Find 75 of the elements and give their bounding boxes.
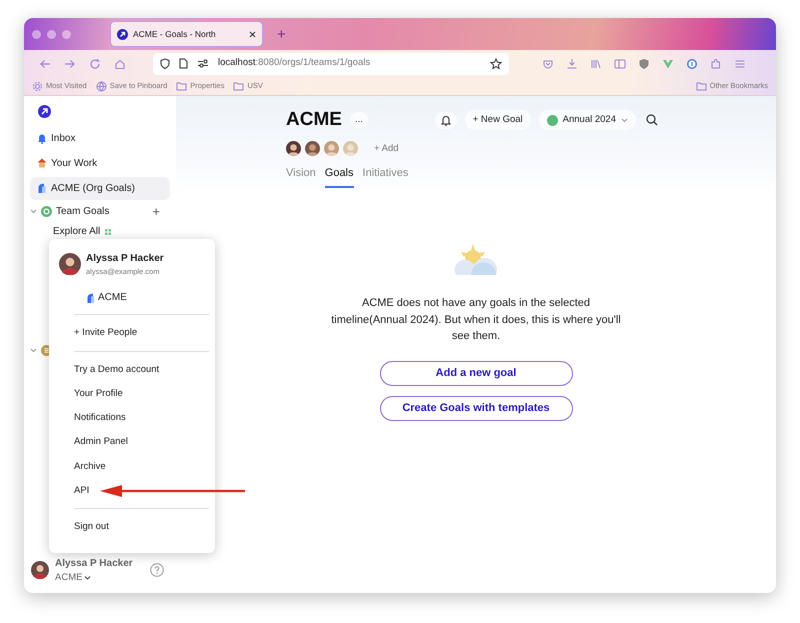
menu-item[interactable]: Notifications — [74, 406, 126, 430]
library-icon[interactable] — [590, 58, 602, 70]
chevron-icon[interactable] — [30, 347, 37, 354]
user-name: Alyssa P Hacker — [55, 556, 134, 571]
add-member-button[interactable]: + Add — [366, 138, 407, 159]
bell-icon — [37, 133, 47, 144]
house-icon — [37, 158, 47, 169]
vue-extension-icon[interactable] — [662, 58, 674, 70]
sidebar-icon[interactable] — [614, 58, 626, 70]
address-bar[interactable]: localhost:8080/orgs/1/teams/1/goals — [153, 52, 509, 74]
pocket-icon[interactable] — [542, 58, 554, 70]
notifications-button[interactable] — [434, 112, 457, 129]
caret-icon — [621, 118, 628, 123]
sidebar-item[interactable]: Inbox — [30, 127, 170, 150]
user-name: Alyssa P Hacker — [86, 252, 164, 266]
sliders-icon — [197, 59, 209, 68]
avatar[interactable] — [31, 561, 49, 580]
action-button[interactable]: Add a new goal — [380, 360, 572, 386]
help-icon[interactable] — [150, 563, 164, 578]
menu-icon[interactable] — [734, 58, 746, 70]
menu-item[interactable]: Your Profile — [74, 382, 123, 406]
menu-item[interactable]: + Invite People — [74, 321, 138, 346]
password-extension-icon[interactable] — [686, 58, 698, 70]
download-icon[interactable] — [566, 58, 578, 70]
menu-item[interactable]: Sign out — [74, 515, 109, 540]
menu-item[interactable]: Try a Demo account — [74, 358, 160, 382]
member-avatar[interactable] — [305, 141, 320, 156]
page-title: ACME — [286, 108, 342, 132]
shield-extension-icon[interactable] — [638, 58, 650, 70]
forward-icon[interactable] — [64, 58, 76, 70]
menu-item[interactable]: Admin Panel — [74, 430, 128, 455]
menu-item[interactable]: Archive — [74, 454, 106, 480]
tab[interactable]: Goals — [324, 164, 354, 188]
gear-icon — [32, 80, 43, 92]
sidebar-item[interactable]: Your Work — [30, 152, 170, 175]
app-logo-icon — [117, 28, 128, 40]
target-icon — [41, 206, 52, 217]
tab-title: ACME - Goals - North — [133, 28, 217, 40]
extensions-icon[interactable] — [710, 58, 722, 70]
more-button[interactable]: ... — [350, 112, 368, 128]
chevron-icon[interactable] — [30, 208, 37, 215]
back-icon[interactable] — [38, 58, 50, 70]
page-icon — [179, 58, 188, 69]
org-switcher[interactable]: ACME — [55, 570, 144, 585]
sidebar-item[interactable]: ACME (Org Goals) — [30, 177, 170, 200]
globe-icon — [96, 80, 107, 92]
close-icon[interactable] — [249, 30, 256, 38]
home-icon[interactable] — [114, 58, 126, 70]
flag-icon — [37, 183, 47, 194]
sidebar-item[interactable]: Explore All — [53, 224, 100, 239]
status-dot-icon — [546, 114, 558, 126]
grid-icon — [105, 228, 112, 234]
folder-icon — [233, 80, 244, 92]
timeline-selector[interactable]: Annual 2024 — [538, 110, 636, 130]
flag-icon — [86, 292, 94, 303]
folder-icon — [176, 80, 188, 92]
url-text: localhost:8080/orgs/1/teams/1/goals — [218, 56, 372, 70]
app-logo-icon[interactable] — [38, 104, 51, 118]
add-button[interactable]: + — [152, 205, 160, 218]
star-icon[interactable] — [490, 58, 502, 70]
section-label[interactable]: Team Goals — [56, 204, 148, 219]
search-icon[interactable] — [646, 114, 658, 126]
empty-message: ACME does not have any goals in the selected timeline(Annual 2024). But when it does, this is where you'll see them. — [331, 296, 621, 344]
browser-tab[interactable]: ACME - Goals - North — [110, 21, 263, 47]
org-item[interactable]: ACME — [86, 290, 209, 306]
action-button[interactable]: Create Goals with templates — [380, 396, 572, 421]
reload-icon[interactable] — [88, 58, 100, 70]
member-avatar[interactable] — [286, 141, 301, 156]
caret-icon — [84, 574, 92, 581]
avatar — [59, 253, 81, 276]
folder-icon — [696, 80, 707, 92]
shield-icon — [160, 58, 170, 69]
new-goal-button[interactable]: + New Goal — [464, 110, 531, 130]
bell-icon — [440, 114, 451, 126]
menu-item[interactable]: API — [74, 479, 90, 504]
